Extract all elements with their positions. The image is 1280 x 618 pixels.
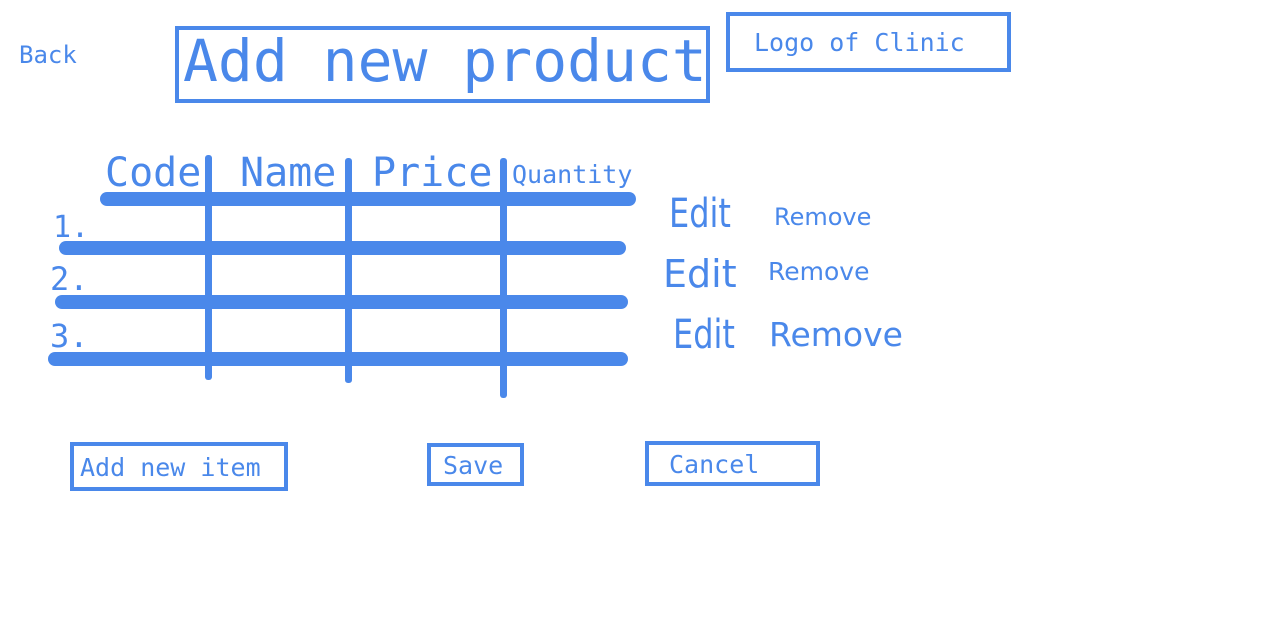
save-label: Save [443, 451, 504, 480]
page-title: Add new product [183, 27, 707, 95]
column-header-name: Name [240, 150, 337, 196]
row-number: 3. [50, 317, 89, 355]
table-column-divider [345, 158, 352, 383]
add-new-item-label: Add new item [80, 453, 261, 482]
clinic-logo-label: Logo of Clinic [754, 28, 965, 57]
column-header-price: Price [372, 150, 493, 196]
table-column-divider [205, 155, 212, 380]
table-row-divider [59, 241, 626, 255]
row-number: 1. [53, 210, 90, 245]
row-number: 2. [50, 260, 89, 298]
column-header-code: Code [105, 150, 202, 196]
table-header-divider [100, 192, 636, 206]
table-column-divider [500, 158, 507, 398]
remove-row-1-button[interactable]: Remove [774, 205, 871, 229]
edit-row-1-button[interactable]: Edit [669, 194, 731, 234]
back-link[interactable]: Back [19, 43, 77, 67]
edit-row-2-button[interactable]: Edit [663, 255, 737, 293]
remove-row-2-button[interactable]: Remove [768, 259, 869, 284]
save-button[interactable]: Save [427, 443, 524, 486]
cancel-label: Cancel [669, 450, 760, 479]
table-row-divider [55, 295, 628, 309]
add-new-item-button[interactable]: Add new item [70, 442, 288, 491]
cancel-button[interactable]: Cancel [645, 441, 820, 486]
table-row-divider [48, 352, 628, 366]
column-header-quantity: Quantity [512, 160, 633, 189]
edit-row-3-button[interactable]: Edit [673, 315, 735, 355]
remove-row-3-button[interactable]: Remove [769, 318, 903, 351]
